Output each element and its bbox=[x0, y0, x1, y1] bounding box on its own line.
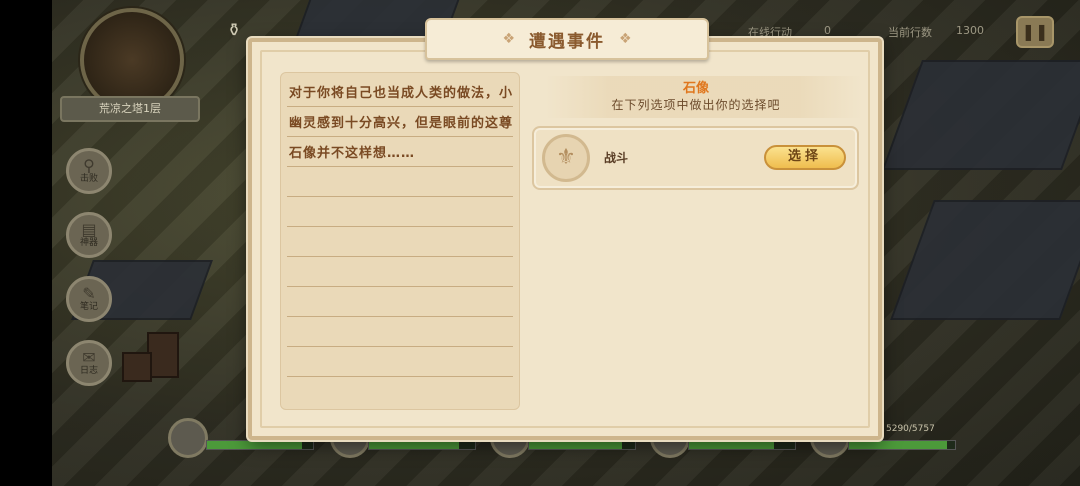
dialog-title: 遭遇事件 bbox=[529, 31, 605, 52]
story-panel: 对于你将自己也当成人类的做法，小幽灵感到十分高兴，但是眼前的这尊石像并不这样想…… bbox=[280, 72, 520, 410]
side-button-notes[interactable]: ✎ 笔记 bbox=[66, 276, 112, 322]
hud-count-value: 1300 bbox=[956, 24, 984, 37]
hp-bar bbox=[368, 440, 476, 450]
hp-bar bbox=[528, 440, 636, 450]
journal-icon: ✉ bbox=[82, 347, 96, 367]
ornament-left-icon: ❖ bbox=[502, 31, 515, 47]
hp-fill bbox=[529, 441, 623, 449]
select-button[interactable]: 选择 bbox=[764, 145, 846, 170]
hud-count-label: 当前行数 bbox=[888, 26, 932, 39]
option-label: 战斗 bbox=[604, 151, 629, 165]
side-button-log[interactable]: ✉ 日志 bbox=[66, 340, 112, 386]
choice-subtitle: 在下列选项中做出你的选择吧 bbox=[611, 98, 781, 112]
statue-emblem-icon: ⚜ bbox=[542, 134, 590, 182]
side-button-label: 击败 bbox=[79, 173, 98, 184]
side-button-label: 日志 bbox=[79, 365, 98, 376]
floor-tile bbox=[890, 200, 1080, 320]
side-button-defeat[interactable]: ⚲ 击败 bbox=[66, 148, 112, 194]
left-letterbox bbox=[0, 0, 52, 486]
potion-icon[interactable]: ⚱ bbox=[222, 20, 246, 46]
ornament-right-icon: ❖ bbox=[619, 31, 632, 47]
hp-bar bbox=[688, 440, 796, 450]
scroll-icon: ✎ bbox=[82, 283, 96, 303]
minimap-floor-label: 荒凉之塔1层 bbox=[60, 96, 200, 122]
pause-icon: ❚❚ bbox=[1021, 22, 1049, 41]
ruled-lines: 对于你将自己也当成人类的做法，小幽灵感到十分高兴，但是眼前的这尊石像并不这样想…… bbox=[287, 77, 513, 401]
choice-title: 石像 bbox=[682, 81, 709, 96]
side-button-label: 笔记 bbox=[79, 301, 98, 312]
location-pin-icon: ⚲ bbox=[83, 155, 95, 175]
side-button-artifact[interactable]: ▤ 神器 bbox=[66, 212, 112, 258]
side-button-label: 神器 bbox=[79, 237, 98, 248]
hud-action-value: 0 bbox=[824, 24, 831, 37]
pause-button[interactable]: ❚❚ bbox=[1016, 16, 1054, 48]
avatar bbox=[168, 418, 208, 458]
hp-bar bbox=[206, 440, 314, 450]
story-text: 对于你将自己也当成人类的做法，小幽灵感到十分高兴，但是眼前的这尊石像并不这样想…… bbox=[289, 86, 514, 161]
book-icon: ▤ bbox=[81, 219, 97, 239]
floor-tile bbox=[881, 60, 1080, 170]
hp-fill bbox=[207, 441, 303, 449]
crate bbox=[122, 352, 152, 382]
hp-bar bbox=[848, 440, 956, 450]
hp-fill bbox=[369, 441, 460, 449]
hp-readout: 5290/5757 bbox=[886, 424, 935, 434]
dialog-title-tab: ❖ 遭遇事件 ❖ bbox=[425, 18, 709, 60]
hp-fill bbox=[689, 441, 774, 449]
hp-fill bbox=[849, 441, 947, 449]
